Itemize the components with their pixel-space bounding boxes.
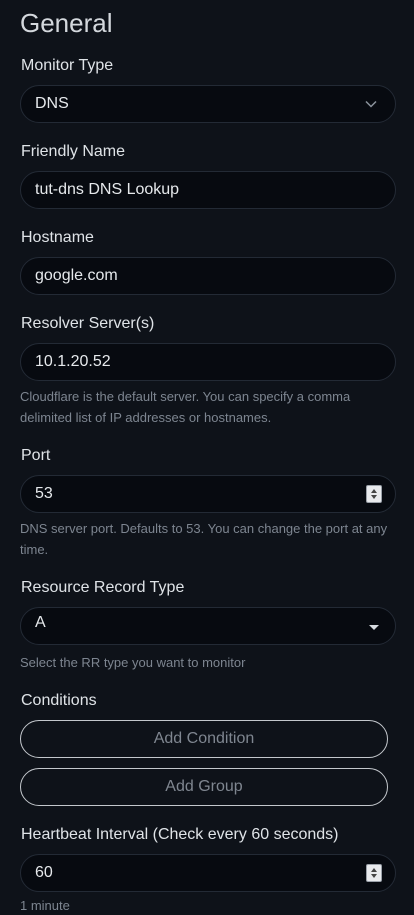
chevron-down-icon (361, 94, 381, 114)
resolver-input[interactable]: 10.1.20.52 (20, 343, 396, 381)
caret-down-icon (369, 625, 379, 630)
port-value: 53 (35, 485, 53, 502)
rr-type-select[interactable]: A (20, 607, 396, 645)
add-condition-button[interactable]: Add Condition (20, 720, 388, 758)
resolver-label: Resolver Server(s) (21, 315, 155, 332)
friendly-name-input[interactable]: tut-dns DNS Lookup (20, 171, 396, 209)
port-help: DNS server port. Defaults to 53. You can… (20, 521, 388, 557)
resolver-help: Cloudflare is the default server. You ca… (20, 389, 351, 425)
hostname-label: Hostname (21, 229, 94, 246)
rr-type-value: A (35, 614, 46, 631)
hostname-value: google.com (35, 267, 118, 284)
monitor-type-value: DNS (35, 95, 69, 112)
heartbeat-value: 60 (35, 864, 53, 881)
friendly-name-label: Friendly Name (21, 143, 126, 160)
rr-type-help: Select the RR type you want to monitor (20, 655, 246, 670)
section-title: General (20, 8, 113, 38)
heartbeat-input[interactable]: 60 (20, 854, 396, 892)
monitor-settings-form: General Monitor Type DNS Friendly Name t… (0, 0, 414, 915)
spinner-arrows-icon[interactable] (366, 485, 382, 503)
spinner-arrows-icon[interactable] (366, 864, 382, 882)
resolver-value: 10.1.20.52 (35, 353, 111, 370)
conditions-label: Conditions (21, 692, 97, 709)
monitor-type-label: Monitor Type (21, 57, 114, 74)
monitor-type-select[interactable]: DNS (20, 85, 396, 123)
heartbeat-help: 1 minute (20, 898, 70, 913)
friendly-name-value: tut-dns DNS Lookup (35, 181, 180, 198)
hostname-input[interactable]: google.com (20, 257, 396, 295)
port-input[interactable]: 53 (20, 475, 396, 513)
add-group-button[interactable]: Add Group (20, 768, 388, 806)
port-label: Port (21, 447, 51, 464)
heartbeat-label: Heartbeat Interval (Check every 60 secon… (21, 826, 339, 843)
rr-type-label: Resource Record Type (21, 579, 185, 596)
